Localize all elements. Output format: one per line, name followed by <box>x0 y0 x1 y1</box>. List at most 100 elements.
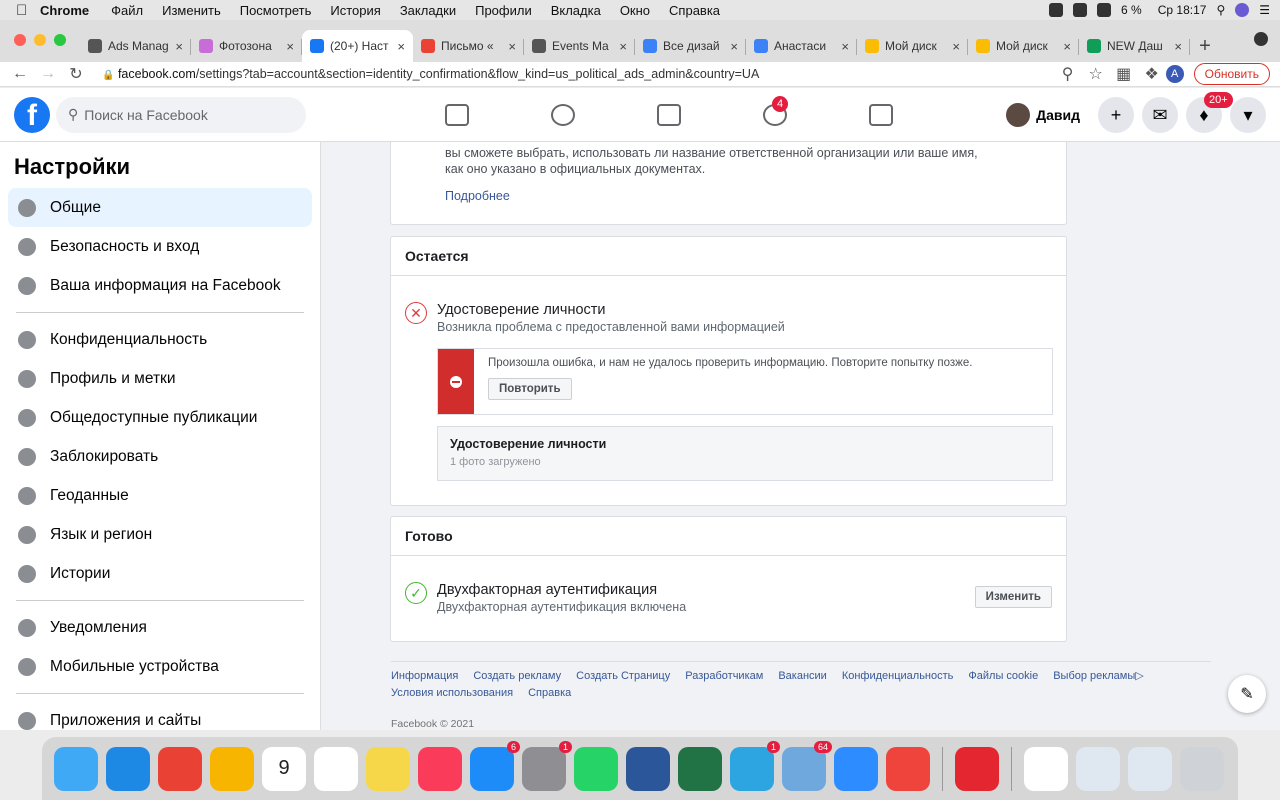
search-icon[interactable]: ⚲ <box>1216 3 1225 17</box>
update-button[interactable]: Обновить <box>1193 63 1270 85</box>
browser-tab[interactable]: Ads Manag × <box>80 30 191 62</box>
search-input[interactable]: ⚲ Поиск на Facebook <box>56 96 306 133</box>
menu-item[interactable]: Изменить <box>162 3 221 18</box>
dock-app-appstore[interactable]: 6 <box>470 740 520 791</box>
wifi-icon[interactable] <box>1097 3 1112 17</box>
puzzle-icon[interactable]: ❖ <box>1138 64 1166 84</box>
menu-item[interactable]: Вкладка <box>551 3 601 18</box>
browser-tab[interactable]: Events Ma × <box>524 30 635 62</box>
close-icon[interactable]: × <box>508 39 516 54</box>
dock-app-safari[interactable] <box>106 746 150 791</box>
close-icon[interactable]: × <box>397 39 405 54</box>
dock-app-notes[interactable] <box>366 746 410 791</box>
menu-item[interactable]: История <box>330 3 380 18</box>
new-tab-button[interactable]: + <box>1190 30 1220 62</box>
app-menu[interactable]: Chrome <box>40 3 89 18</box>
browser-tab[interactable]: Мой диск × <box>968 30 1079 62</box>
dock-app-mail[interactable]: 64 <box>782 740 832 791</box>
nav-home[interactable] <box>404 88 510 142</box>
facebook-logo-icon[interactable]: f <box>14 96 50 133</box>
account-menu-button[interactable]: ▾ <box>1230 97 1266 133</box>
close-icon[interactable]: × <box>175 39 183 54</box>
footer-link[interactable]: Информация <box>391 670 458 682</box>
menu-item[interactable]: Справка <box>669 3 720 18</box>
zoom-window-button[interactable] <box>54 34 66 46</box>
notifications-button[interactable]: ♦ 20+ <box>1186 92 1233 133</box>
dock-app-screenshot1[interactable] <box>1076 746 1120 791</box>
dock-app-music[interactable] <box>418 746 462 791</box>
nav-watch[interactable] <box>616 88 722 142</box>
sidebar-item[interactable]: Профиль и метки <box>8 359 312 398</box>
clock[interactable]: Ср 18:17 <box>1158 3 1207 17</box>
footer-link[interactable]: Создать рекламу <box>473 670 561 682</box>
profile-link[interactable]: Давид <box>1006 103 1080 127</box>
reload-icon[interactable]: ↻ <box>62 64 90 84</box>
status-icon[interactable] <box>1073 3 1088 17</box>
sidebar-item[interactable]: Общедоступные публикации <box>8 398 312 437</box>
dock-app-finder[interactable] <box>54 746 98 791</box>
sidebar-item[interactable]: Приложения и сайты <box>8 701 312 730</box>
dock-app-trash[interactable] <box>1180 746 1224 791</box>
sidebar-item[interactable]: Мобильные устройства <box>8 647 312 686</box>
dock-app-word[interactable] <box>626 746 670 791</box>
browser-tab[interactable]: Все дизай × <box>635 30 746 62</box>
browser-tab[interactable]: (20+) Наст × <box>302 30 413 62</box>
sidebar-item[interactable]: Истории <box>8 554 312 593</box>
dock-app-anydesk[interactable] <box>886 746 930 791</box>
dock-app-settings[interactable]: 1 <box>522 740 572 791</box>
sidebar-item[interactable]: Общие <box>8 188 312 227</box>
footer-link[interactable]: Справка <box>528 687 571 699</box>
tab-search-icon[interactable] <box>1254 32 1268 46</box>
footer-link[interactable]: Вакансии <box>778 670 827 682</box>
dock-app-photos[interactable] <box>210 746 254 791</box>
close-icon[interactable]: × <box>1063 39 1071 54</box>
footer-link[interactable]: Конфиденциальность <box>842 670 954 682</box>
browser-tab[interactable]: NEW Даш × <box>1079 30 1190 62</box>
status-icon[interactable] <box>1049 3 1064 17</box>
apple-icon[interactable]:  <box>16 2 30 19</box>
menu-item[interactable]: Закладки <box>400 3 456 18</box>
sidebar-item[interactable]: Язык и регион <box>8 515 312 554</box>
browser-tab[interactable]: Мой диск × <box>857 30 968 62</box>
sidebar-item[interactable]: Конфиденциальность <box>8 320 312 359</box>
url-field[interactable]: 🔒 facebook.com/settings?tab=account&sect… <box>102 67 1054 81</box>
dock-app-screenshot2[interactable] <box>1128 746 1172 791</box>
sidebar-item[interactable]: Ваша информация на Facebook <box>8 266 312 305</box>
change-button[interactable]: Изменить <box>974 586 1052 608</box>
sidebar-item[interactable]: Геоданные <box>8 476 312 515</box>
dock-app-reminders[interactable] <box>314 746 358 791</box>
menu-item[interactable]: Файл <box>111 3 143 18</box>
footer-link[interactable]: Создать Страницу <box>576 670 670 682</box>
siri-icon[interactable] <box>1235 3 1250 17</box>
key-icon[interactable]: ⚲ <box>1054 64 1082 84</box>
close-icon[interactable]: × <box>1174 39 1182 54</box>
control-center-icon[interactable]: ☰ <box>1259 3 1270 17</box>
dock-app-chrome[interactable] <box>158 746 202 791</box>
profile-avatar[interactable]: A <box>1165 65 1184 83</box>
footer-link[interactable]: Файлы cookie <box>968 670 1038 682</box>
learn-more-link[interactable]: Подробнее <box>391 189 1066 203</box>
extension-icon[interactable]: ▦ <box>1110 64 1138 84</box>
back-icon[interactable]: ← <box>6 65 34 83</box>
document-upload[interactable]: Удостоверение личности 1 фото загружено <box>437 426 1053 481</box>
close-icon[interactable]: × <box>619 39 627 54</box>
star-icon[interactable]: ☆ <box>1082 64 1110 84</box>
battery-percent[interactable]: 6 % <box>1121 3 1142 17</box>
dock-app-excel[interactable] <box>678 746 722 791</box>
create-button[interactable]: + <box>1098 97 1134 133</box>
sidebar-item[interactable]: Заблокировать <box>8 437 312 476</box>
browser-tab[interactable]: Анастаси × <box>746 30 857 62</box>
footer-link[interactable]: Условия использования <box>391 687 513 699</box>
forward-icon[interactable]: → <box>34 65 62 83</box>
close-icon[interactable]: × <box>286 39 294 54</box>
browser-tab[interactable]: Фотозона × <box>191 30 302 62</box>
footer-link[interactable]: Разработчикам <box>685 670 763 682</box>
dock-app-telegram[interactable]: 1 <box>730 740 780 791</box>
footer-link[interactable]: Выбор рекламы▷ <box>1053 670 1143 682</box>
dock-app-opera[interactable] <box>955 746 999 791</box>
sidebar-item[interactable]: Безопасность и вход <box>8 227 312 266</box>
browser-tab[interactable]: Письмо « × <box>413 30 524 62</box>
nav-friends[interactable] <box>510 88 616 142</box>
menu-item[interactable]: Окно <box>620 3 650 18</box>
close-icon[interactable]: × <box>841 39 849 54</box>
